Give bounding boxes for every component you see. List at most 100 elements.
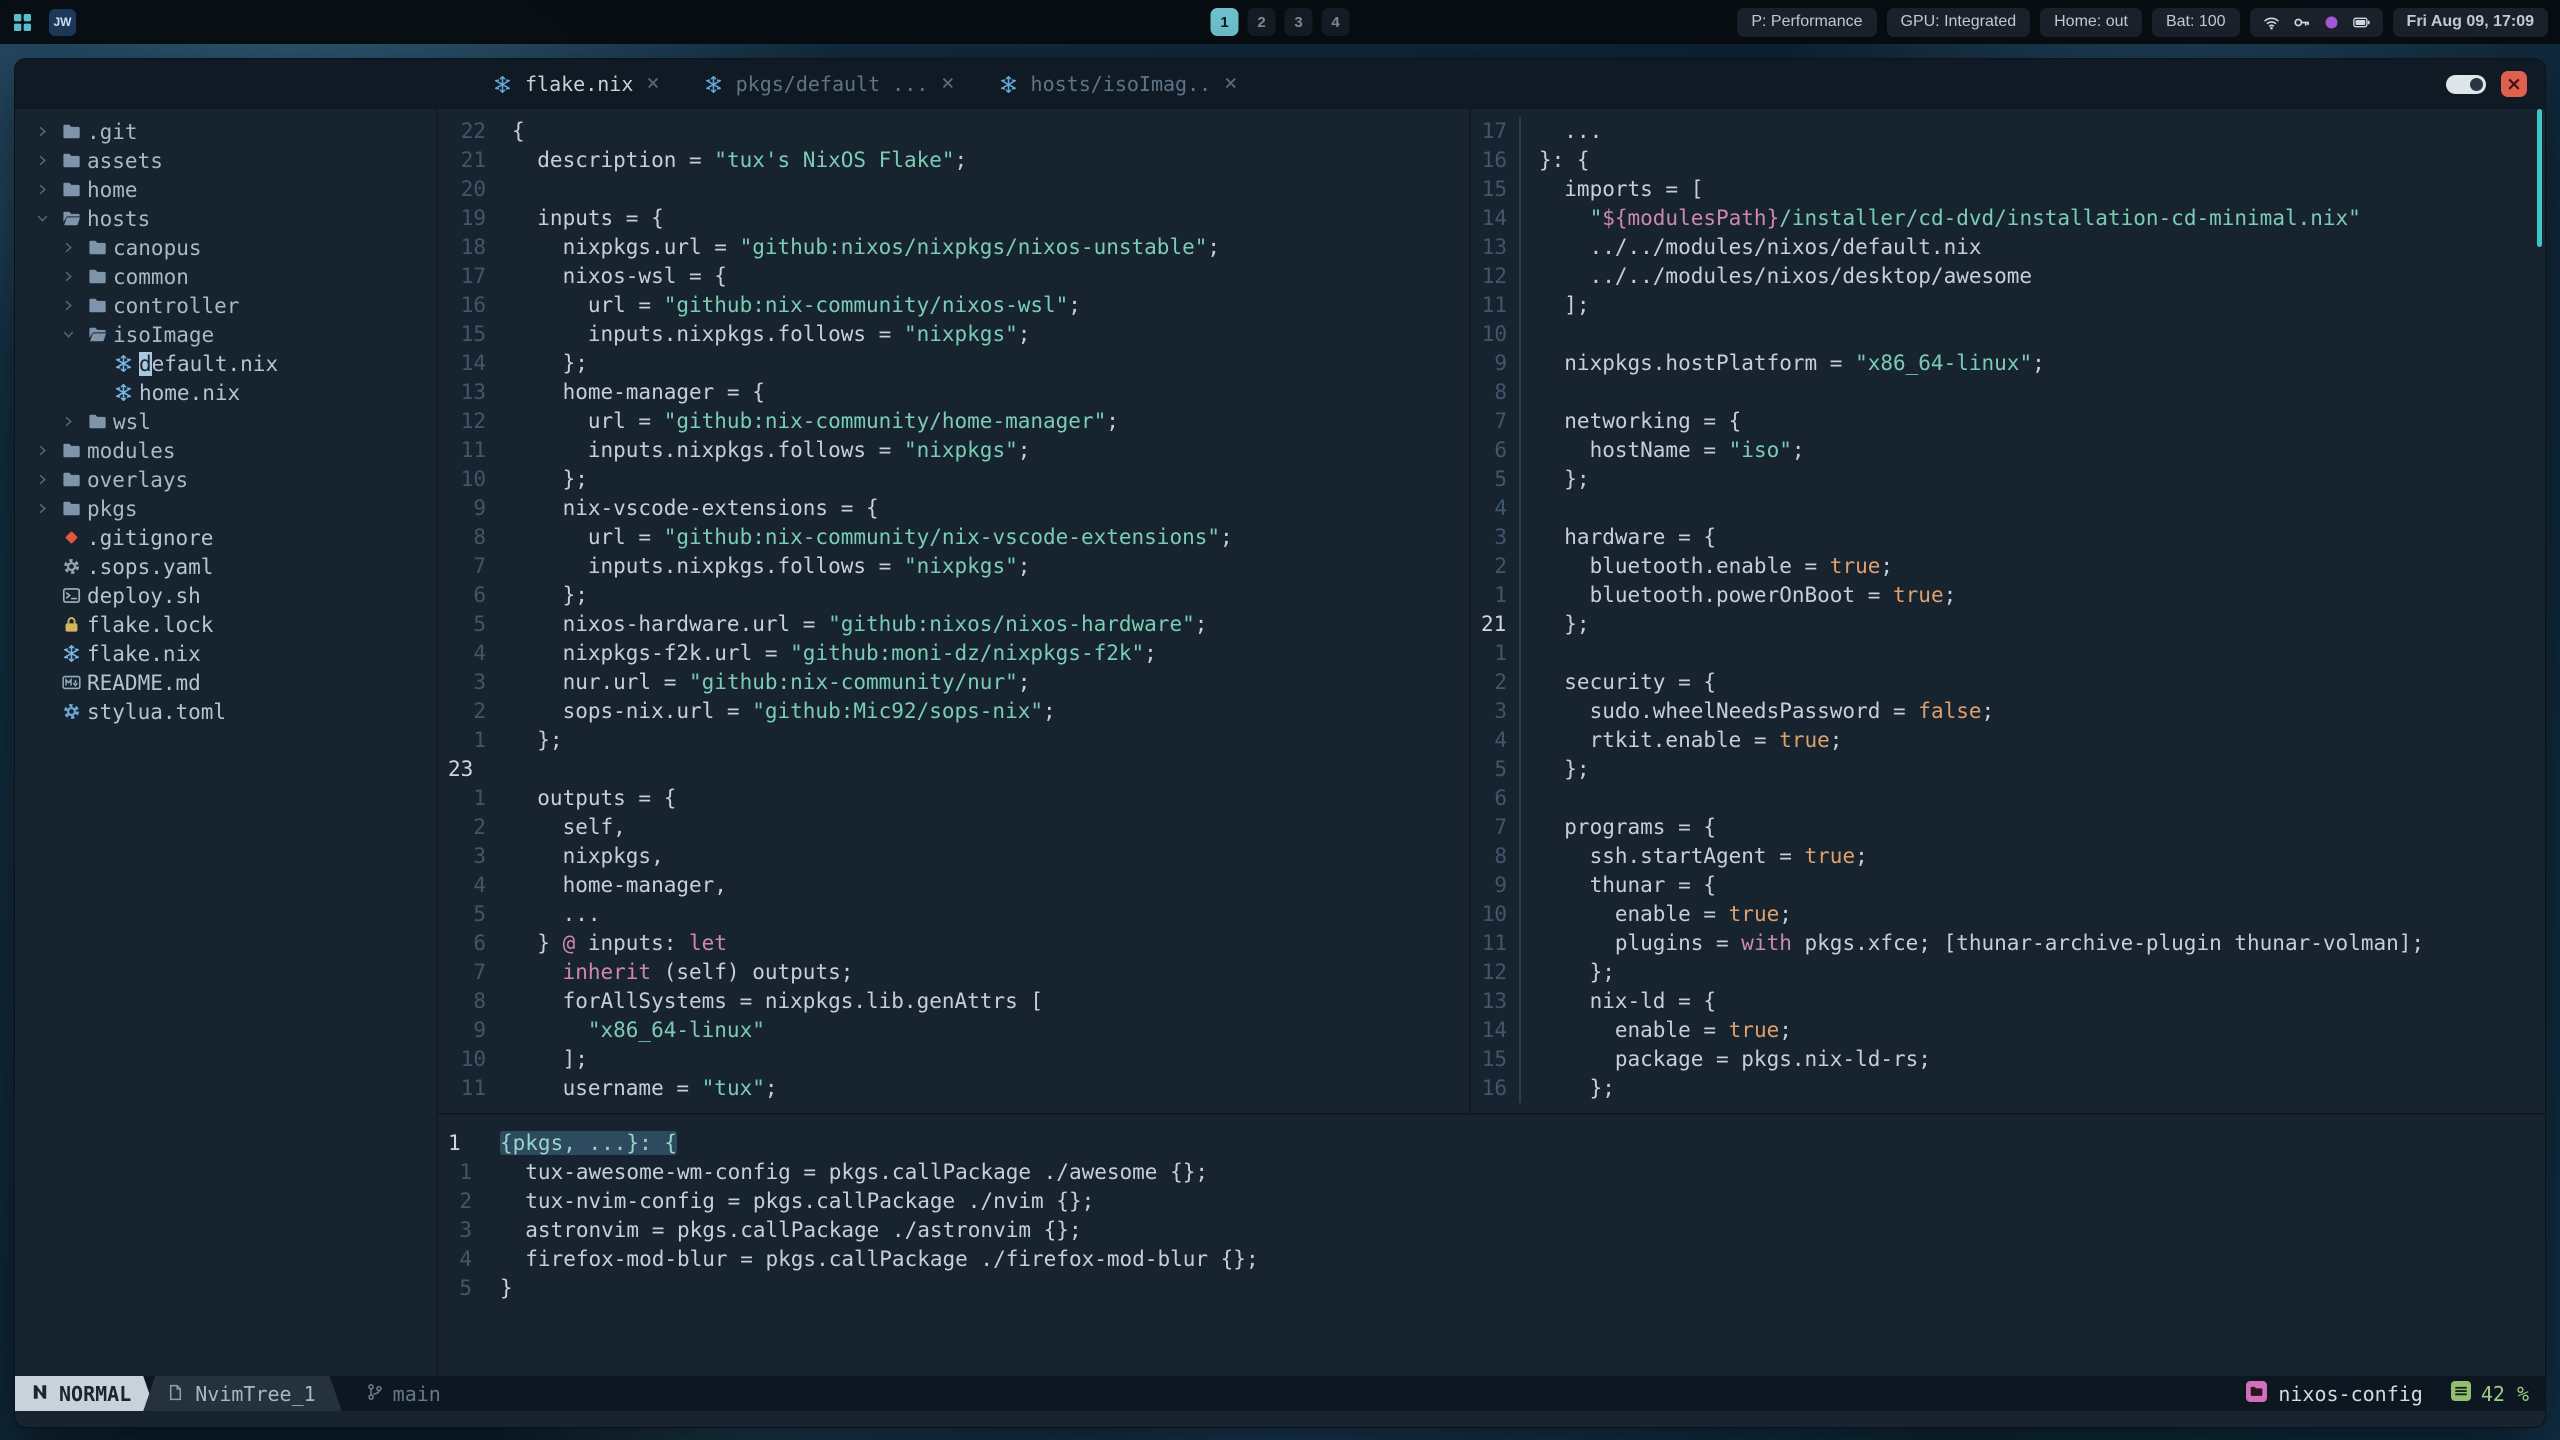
code-line[interactable]: 10 }; [438, 465, 1469, 494]
code-line[interactable]: 17 ... [1471, 117, 2545, 146]
code-line[interactable]: 19 inputs = { [438, 204, 1469, 233]
code-line[interactable]: 3 hardware = { [1471, 523, 2545, 552]
code-line[interactable]: 9 "x86_64-linux" [438, 1016, 1469, 1045]
vpn-dot-icon[interactable] [2323, 14, 2340, 31]
code-line[interactable]: 6 } @ inputs: let [438, 929, 1469, 958]
code-line[interactable]: 12 url = "github:nix-community/home-mana… [438, 407, 1469, 436]
code-line[interactable]: 22 { [438, 117, 1469, 146]
code-line[interactable]: 3 astronvim = pkgs.callPackage ./astronv… [438, 1216, 2545, 1245]
code-line[interactable]: 3 nur.url = "github:nix-community/nur"; [438, 668, 1469, 697]
code-line[interactable]: 18 nixpkgs.url = "github:nixos/nixpkgs/n… [438, 233, 1469, 262]
workspace-button-3[interactable]: 3 [1284, 8, 1313, 36]
code-line[interactable]: 16 }; [1471, 1074, 2545, 1103]
code-line[interactable]: 6 hostName = "iso"; [1471, 436, 2545, 465]
code-line[interactable]: 2 sops-nix.url = "github:Mic92/sops-nix"… [438, 697, 1469, 726]
tree-item-home[interactable]: home [15, 175, 436, 204]
tree-item-README.md[interactable]: README.md [15, 668, 436, 697]
tree-item-modules[interactable]: modules [15, 436, 436, 465]
tree-item-wsl[interactable]: wsl [15, 407, 436, 436]
code-line[interactable]: 12 ../../modules/nixos/desktop/awesome [1471, 262, 2545, 291]
code-line[interactable]: 23 [438, 755, 1469, 784]
tree-item-.git[interactable]: .git [15, 117, 436, 146]
code-line[interactable]: 4 firefox-mod-blur = pkgs.callPackage ./… [438, 1245, 2545, 1274]
workspace-button-1[interactable]: 1 [1210, 8, 1239, 36]
code-line[interactable]: 1 bluetooth.powerOnBoot = true; [1471, 581, 2545, 610]
tab-flake.nix[interactable]: flake.nix × [471, 59, 682, 109]
wifi-icon[interactable] [2263, 14, 2280, 31]
tree-item-home.nix[interactable]: home.nix [15, 378, 436, 407]
tree-item-isoImage[interactable]: isoImage [15, 320, 436, 349]
tab-pkgs-default-...[interactable]: pkgs/default ... × [682, 59, 977, 109]
code-line[interactable]: 1 tux-awesome-wm-config = pkgs.callPacka… [438, 1158, 2545, 1187]
tree-item-assets[interactable]: assets [15, 146, 436, 175]
tab-close-icon[interactable]: × [646, 73, 659, 95]
app-launcher-icon[interactable] [12, 12, 33, 33]
code-line[interactable]: 3 sudo.wheelNeedsPassword = false; [1471, 697, 2545, 726]
tree-item-canopus[interactable]: canopus [15, 233, 436, 262]
code-line[interactable]: 10 ]; [438, 1045, 1469, 1074]
tree-item-.gitignore[interactable]: .gitignore [15, 523, 436, 552]
code-line[interactable]: 8 [1471, 378, 2545, 407]
code-line[interactable]: 6 [1471, 784, 2545, 813]
code-line[interactable]: 1 {pkgs, ...}: { [438, 1129, 2545, 1158]
tree-item-overlays[interactable]: overlays [15, 465, 436, 494]
code-line[interactable]: 8 forAllSystems = nixpkgs.lib.genAttrs [ [438, 987, 1469, 1016]
code-line[interactable]: 5} [438, 1274, 2545, 1303]
code-line[interactable]: 13 ../../modules/nixos/default.nix [1471, 233, 2545, 262]
tree-item-common[interactable]: common [15, 262, 436, 291]
tree-item-flake.lock[interactable]: flake.lock [15, 610, 436, 639]
code-line[interactable]: 5 }; [1471, 755, 2545, 784]
code-line[interactable]: 9 nix-vscode-extensions = { [438, 494, 1469, 523]
code-line[interactable]: 20 [438, 175, 1469, 204]
tab-hosts-isoImag..[interactable]: hosts/isoImag.. × [977, 59, 1260, 109]
tree-item-default.nix[interactable]: default.nix [15, 349, 436, 378]
tree-item-.sops.yaml[interactable]: .sops.yaml [15, 552, 436, 581]
code-line[interactable]: 12 }; [1471, 958, 2545, 987]
code-line[interactable]: 2 tux-nvim-config = pkgs.callPackage ./n… [438, 1187, 2545, 1216]
code-line[interactable]: 8 ssh.startAgent = true; [1471, 842, 2545, 871]
battery-icon[interactable] [2352, 14, 2370, 31]
key-icon[interactable] [2293, 14, 2310, 31]
code-line[interactable]: 8 url = "github:nix-community/nix-vscode… [438, 523, 1469, 552]
code-line[interactable]: 2 security = { [1471, 668, 2545, 697]
code-line[interactable]: 14 enable = true; [1471, 1016, 2545, 1045]
tab-close-icon[interactable]: × [941, 73, 954, 95]
code-line[interactable]: 14 "${modulesPath}/installer/cd-dvd/inst… [1471, 204, 2545, 233]
app-badge[interactable]: JW [49, 8, 76, 36]
code-line[interactable]: 4 nixpkgs-f2k.url = "github:moni-dz/nixp… [438, 639, 1469, 668]
code-line[interactable]: 4 home-manager, [438, 871, 1469, 900]
code-line[interactable]: 9 nixpkgs.hostPlatform = "x86_64-linux"; [1471, 349, 2545, 378]
code-line[interactable]: 15 inputs.nixpkgs.follows = "nixpkgs"; [438, 320, 1469, 349]
code-line[interactable]: 2 self, [438, 813, 1469, 842]
workspace-button-2[interactable]: 2 [1247, 8, 1276, 36]
scrollbar-thumb[interactable] [2537, 109, 2542, 247]
code-line[interactable]: 5 }; [1471, 465, 2545, 494]
window-close-button[interactable]: × [2501, 71, 2527, 97]
tree-item-pkgs[interactable]: pkgs [15, 494, 436, 523]
tree-item-controller[interactable]: controller [15, 291, 436, 320]
toggle-switch[interactable] [2446, 74, 2486, 94]
code-line[interactable]: 11 username = "tux"; [438, 1074, 1469, 1103]
code-line[interactable]: 10 enable = true; [1471, 900, 2545, 929]
code-line[interactable]: 7 programs = { [1471, 813, 2545, 842]
code-line[interactable]: 4 rtkit.enable = true; [1471, 726, 2545, 755]
code-line[interactable]: 3 nixpkgs, [438, 842, 1469, 871]
code-line[interactable]: 21 }; [1471, 610, 2545, 639]
code-line[interactable]: 17 nixos-wsl = { [438, 262, 1469, 291]
code-line[interactable]: 6 }; [438, 581, 1469, 610]
tree-item-hosts[interactable]: hosts [15, 204, 436, 233]
tree-item-flake.nix[interactable]: flake.nix [15, 639, 436, 668]
code-line[interactable]: 11 plugins = with pkgs.xfce; [thunar-arc… [1471, 929, 2545, 958]
code-line[interactable]: 16 url = "github:nix-community/nixos-wsl… [438, 291, 1469, 320]
code-line[interactable]: 5 ... [438, 900, 1469, 929]
code-line[interactable]: 9 thunar = { [1471, 871, 2545, 900]
tree-item-stylua.toml[interactable]: stylua.toml [15, 697, 436, 726]
code-line[interactable]: 11 inputs.nixpkgs.follows = "nixpkgs"; [438, 436, 1469, 465]
code-line[interactable]: 1 }; [438, 726, 1469, 755]
code-line[interactable]: 16}: { [1471, 146, 2545, 175]
code-line[interactable]: 5 nixos-hardware.url = "github:nixos/nix… [438, 610, 1469, 639]
code-line[interactable]: 4 [1471, 494, 2545, 523]
tree-item-deploy.sh[interactable]: deploy.sh [15, 581, 436, 610]
code-line[interactable]: 13 home-manager = { [438, 378, 1469, 407]
code-line[interactable]: 1 [1471, 639, 2545, 668]
